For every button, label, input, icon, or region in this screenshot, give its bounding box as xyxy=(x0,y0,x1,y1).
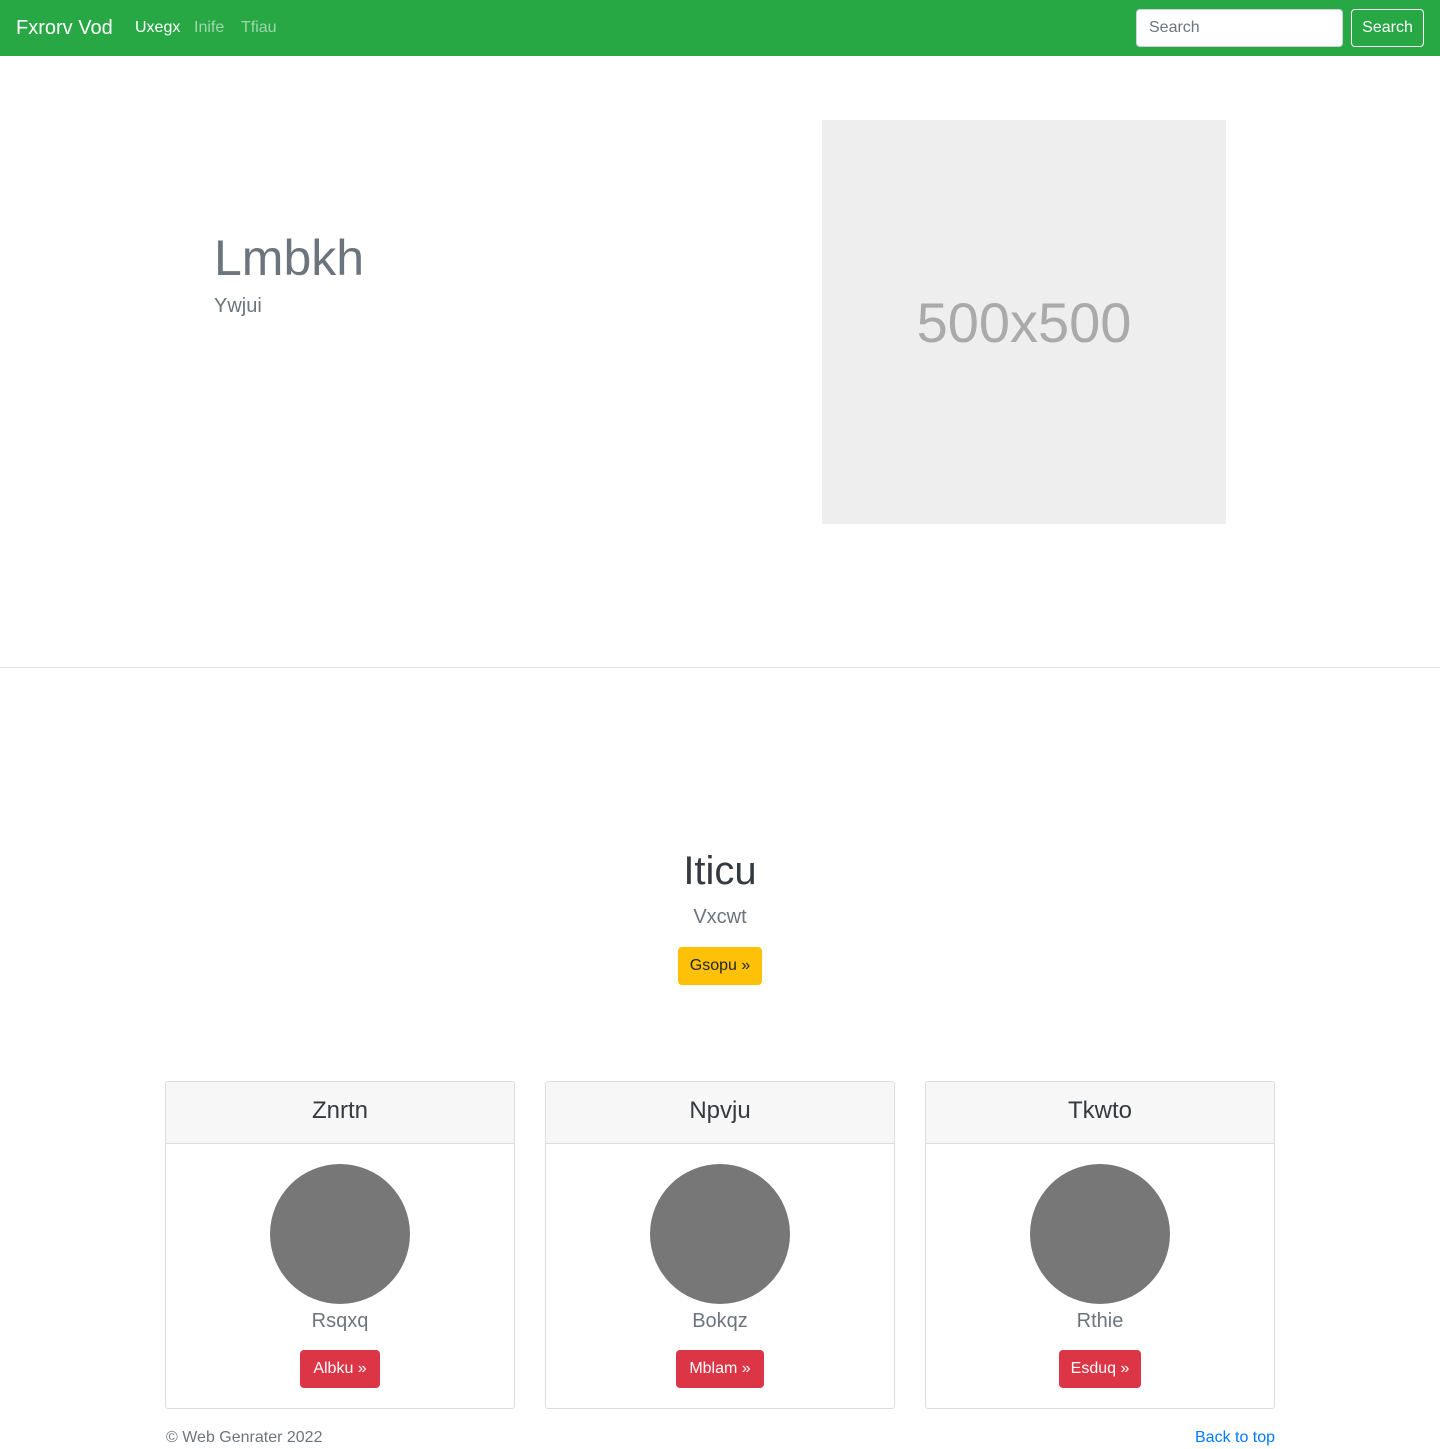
hero-title: Lmbkh xyxy=(214,230,365,286)
card-button-esduq[interactable]: Esduq » xyxy=(1059,1350,1141,1388)
card-header: Tkwto xyxy=(926,1082,1274,1144)
brand-link[interactable]: Fxrorv Vod xyxy=(16,15,113,41)
card-name: Rsqxq xyxy=(311,1310,369,1332)
card-title: Npvju xyxy=(689,1097,751,1124)
card-tkwto: Tkwto Rthie Esduq » xyxy=(925,1081,1275,1409)
nav-link-inife[interactable]: Inife xyxy=(194,18,224,38)
card-button-albku[interactable]: Albku » xyxy=(300,1350,380,1388)
card-npvju: Npvju Bokqz Mblam » xyxy=(545,1081,895,1409)
section-title: Iticu xyxy=(683,849,757,893)
nav-link-tfiau[interactable]: Tfiau xyxy=(241,18,277,38)
card-title: Znrtn xyxy=(311,1097,368,1124)
back-to-top-link[interactable]: Back to top xyxy=(1195,1428,1275,1448)
card-name: Rthie xyxy=(1076,1310,1124,1332)
section-divider xyxy=(0,667,1440,668)
avatar xyxy=(1030,1164,1170,1304)
avatar xyxy=(270,1164,410,1304)
nav-link-uxegx[interactable]: Uxegx xyxy=(135,18,180,38)
search-input[interactable] xyxy=(1136,9,1343,47)
section-subtitle: Vxcwt xyxy=(693,906,747,928)
hero-subtitle: Ywjui xyxy=(214,295,262,317)
avatar xyxy=(650,1164,790,1304)
hero-image-placeholder: 500x500 xyxy=(822,120,1226,524)
card-name: Bokqz xyxy=(692,1310,748,1332)
card-znrtn: Znrtn Rsqxq Albku » xyxy=(165,1081,515,1409)
hero-image-label: 500x500 xyxy=(916,290,1132,354)
search-button[interactable]: Search xyxy=(1351,9,1424,47)
cta-button[interactable]: Gsopu » xyxy=(678,947,762,985)
card-title: Tkwto xyxy=(1067,1097,1132,1124)
navbar: Fxrorv Vod Uxegx Inife Tfiau Search xyxy=(0,0,1440,56)
card-button-mblam[interactable]: Mblam » xyxy=(676,1350,764,1388)
card-header: Npvju xyxy=(546,1082,894,1144)
footer-copyright: © Web Genrater 2022 xyxy=(166,1429,323,1446)
card-header: Znrtn xyxy=(166,1082,514,1144)
